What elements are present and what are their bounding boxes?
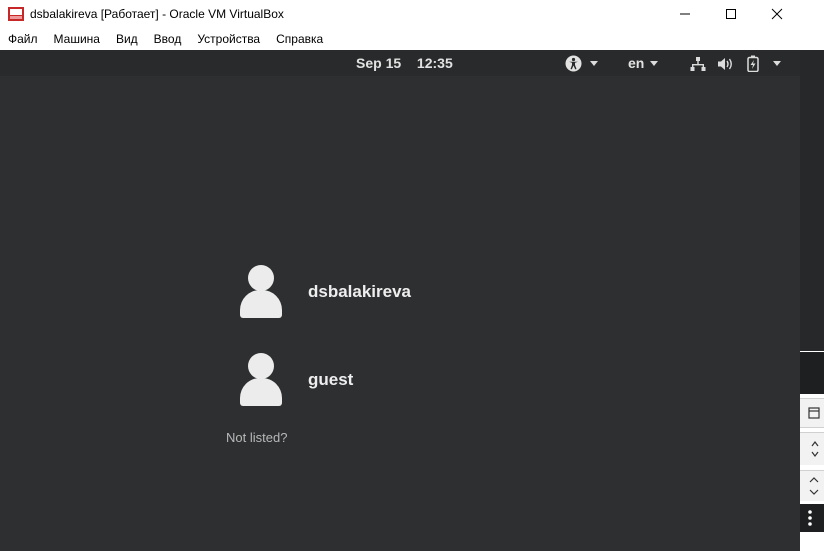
window-icon bbox=[808, 407, 820, 419]
menu-machine[interactable]: Машина bbox=[46, 32, 108, 46]
window-title: dsbalakireva [Работает] - Oracle VM Virt… bbox=[30, 7, 284, 21]
accessibility-menu[interactable] bbox=[565, 55, 598, 72]
window-titlebar: dsbalakireva [Работает] - Oracle VM Virt… bbox=[0, 0, 800, 28]
clock-date: Sep 15 bbox=[356, 55, 402, 71]
host-scroll-control[interactable] bbox=[800, 470, 824, 501]
chevron-down-icon bbox=[650, 60, 659, 66]
user-list-item[interactable]: dsbalakireva bbox=[240, 264, 480, 320]
clock[interactable]: Sep 15 12:35 bbox=[356, 55, 453, 71]
menu-view[interactable]: Вид bbox=[108, 32, 146, 46]
menu-help[interactable]: Справка bbox=[268, 32, 331, 46]
maximize-icon bbox=[726, 9, 736, 19]
host-more-button[interactable] bbox=[800, 504, 824, 532]
host-spin-control[interactable] bbox=[800, 432, 824, 465]
host-panel bbox=[800, 50, 824, 351]
minimize-icon bbox=[680, 13, 690, 15]
maximize-button[interactable] bbox=[708, 0, 754, 28]
chevron-up-down-icon bbox=[811, 441, 819, 457]
clock-time: 12:35 bbox=[416, 55, 453, 71]
vm-display[interactable]: Sep 15 12:35 en dsbalakireva guest Not l… bbox=[0, 50, 800, 551]
language-menu[interactable]: en bbox=[628, 55, 659, 71]
system-status-menu[interactable] bbox=[690, 55, 781, 72]
user-avatar-icon bbox=[240, 353, 284, 407]
not-listed-link[interactable]: Not listed? bbox=[226, 430, 287, 445]
minimize-button[interactable] bbox=[662, 0, 708, 28]
close-icon bbox=[771, 8, 783, 20]
network-icon bbox=[690, 56, 706, 71]
menu-input[interactable]: Ввод bbox=[146, 32, 190, 46]
host-dark-bar bbox=[800, 352, 824, 394]
menu-bar: Файл Машина Вид Ввод Устройства Справка bbox=[0, 28, 800, 50]
menu-devices[interactable]: Устройства bbox=[189, 32, 268, 46]
more-vertical-icon bbox=[808, 510, 812, 526]
user-avatar-icon bbox=[240, 265, 284, 319]
user-name: dsbalakireva bbox=[308, 282, 412, 301]
host-toolbar-button[interactable] bbox=[800, 398, 824, 428]
user-name: guest bbox=[308, 370, 354, 389]
user-list-item[interactable]: guest bbox=[240, 352, 480, 408]
battery-icon bbox=[747, 55, 759, 72]
language-indicator: en bbox=[628, 55, 645, 71]
accessibility-icon bbox=[565, 55, 582, 72]
virtualbox-icon bbox=[8, 6, 24, 22]
chevron-down-icon bbox=[590, 61, 598, 66]
gnome-top-bar: Sep 15 12:35 en bbox=[0, 50, 800, 76]
volume-icon bbox=[718, 57, 732, 70]
system-menu-icon bbox=[773, 61, 781, 66]
chevron-up-down-icon bbox=[809, 477, 819, 495]
menu-file[interactable]: Файл bbox=[0, 32, 46, 46]
close-button[interactable] bbox=[754, 0, 800, 28]
